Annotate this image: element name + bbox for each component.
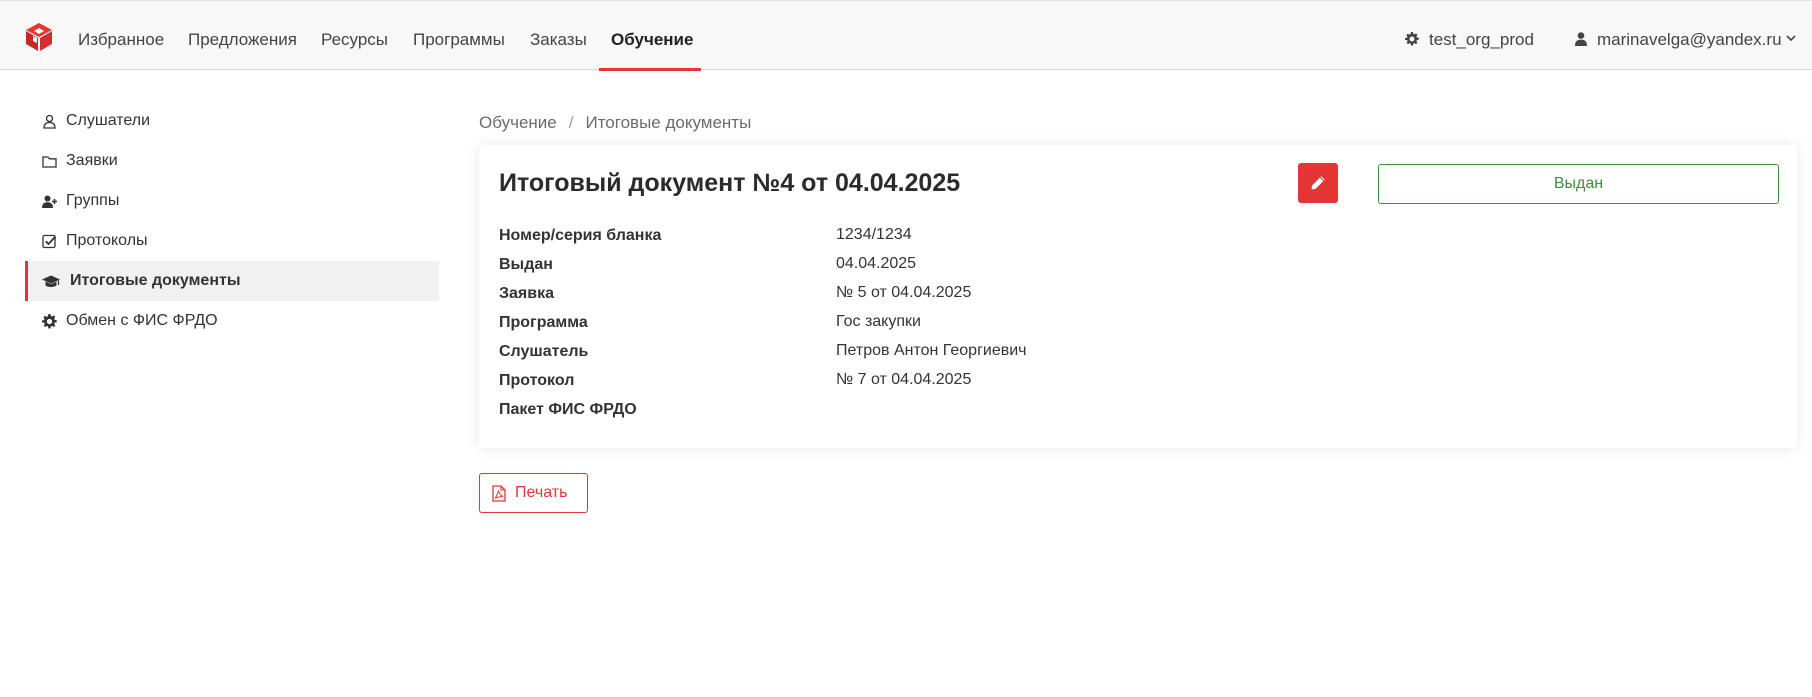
sidebar-item-label: Заявки (66, 152, 118, 169)
field-value: № 7 от 04.04.2025 (836, 371, 972, 388)
sidebar-item-listeners[interactable]: Слушатели (25, 101, 439, 141)
nav-item-offers[interactable]: Предложения (188, 1, 297, 71)
field-value: Петров Антон Георгиевич (836, 342, 1027, 359)
org-name: test_org_prod (1429, 30, 1534, 49)
top-navbar: Избранное Предложения Ресурсы Программы … (0, 0, 1812, 71)
sidebar-item-label: Группы (66, 192, 120, 209)
field-row: Выдан 04.04.2025 (499, 255, 1399, 285)
logo-icon[interactable] (24, 22, 54, 52)
graduation-cap-icon (42, 275, 60, 287)
field-label: Слушатель (499, 343, 589, 360)
nav-item-training[interactable]: Обучение (611, 1, 693, 71)
pdf-file-icon (492, 485, 506, 502)
field-value: Гос закупки (836, 313, 921, 330)
document-fields: Номер/серия бланка 1234/1234 Выдан 04.04… (499, 226, 1399, 430)
breadcrumb-item-training[interactable]: Обучение (479, 113, 557, 132)
user-icon (43, 114, 56, 129)
field-label: Выдан (499, 256, 553, 273)
field-label: Пакет ФИС ФРДО (499, 401, 637, 418)
nav-item-orders[interactable]: Заказы (530, 1, 587, 71)
user-icon (1575, 31, 1587, 46)
sidebar-item-label: Обмен с ФИС ФРДО (66, 312, 218, 329)
nav-item-programs[interactable]: Программы (413, 1, 505, 71)
check-square-icon (42, 234, 57, 249)
field-row: Заявка № 5 от 04.04.2025 (499, 284, 1399, 314)
print-button-label: Печать (515, 484, 568, 501)
print-button[interactable]: Печать (479, 473, 588, 513)
breadcrumb: Обучение / Итоговые документы (479, 113, 751, 133)
sidebar-item-label: Слушатели (66, 112, 151, 129)
sidebar-item-applications[interactable]: Заявки (25, 141, 439, 181)
page-title: Итоговый документ №4 от 04.04.2025 (499, 169, 961, 197)
sidebar-item-fis-frdo-exchange[interactable]: Обмен с ФИС ФРДО (25, 301, 439, 341)
org-selector[interactable]: test_org_prod (1405, 1, 1534, 71)
edit-button[interactable] (1298, 163, 1338, 203)
field-label: Номер/серия бланка (499, 227, 662, 244)
user-plus-icon (42, 195, 57, 208)
field-row: Пакет ФИС ФРДО (499, 401, 1399, 430)
user-menu[interactable]: marinavelga@yandex.ru (1575, 1, 1797, 71)
field-label: Заявка (499, 285, 554, 302)
document-card: Итоговый документ №4 от 04.04.2025 Выдан… (479, 145, 1797, 448)
sidebar: Слушатели Заявки Группы Протоколы Итогов… (25, 101, 439, 341)
chevron-down-icon (1786, 35, 1796, 42)
field-value: 1234/1234 (836, 226, 912, 243)
field-row: Слушатель Петров Антон Георгиевич (499, 342, 1399, 372)
user-email: marinavelga@yandex.ru (1597, 30, 1782, 49)
field-row: Протокол № 7 от 04.04.2025 (499, 371, 1399, 401)
gear-icon (1405, 31, 1419, 45)
status-button[interactable]: Выдан (1378, 164, 1779, 204)
sidebar-item-final-documents[interactable]: Итоговые документы (25, 261, 439, 301)
field-value: 04.04.2025 (836, 255, 917, 272)
sidebar-item-groups[interactable]: Группы (25, 181, 439, 221)
nav-item-favorites[interactable]: Избранное (78, 1, 164, 71)
nav-item-resources[interactable]: Ресурсы (321, 1, 388, 71)
sidebar-item-label: Протоколы (66, 232, 148, 249)
pencil-icon (1311, 176, 1325, 190)
field-row: Программа Гос закупки (499, 313, 1399, 343)
gear-icon (42, 314, 57, 329)
breadcrumb-separator: / (568, 113, 574, 132)
active-nav-indicator (599, 68, 701, 71)
sidebar-item-label: Итоговые документы (70, 272, 241, 289)
breadcrumb-item-final-documents: Итоговые документы (585, 113, 752, 132)
field-label: Программа (499, 314, 588, 331)
field-value: № 5 от 04.04.2025 (836, 284, 972, 301)
sidebar-item-protocols[interactable]: Протоколы (25, 221, 439, 261)
field-label: Протокол (499, 372, 575, 389)
field-row: Номер/серия бланка 1234/1234 (499, 226, 1399, 256)
folder-icon (42, 156, 57, 168)
